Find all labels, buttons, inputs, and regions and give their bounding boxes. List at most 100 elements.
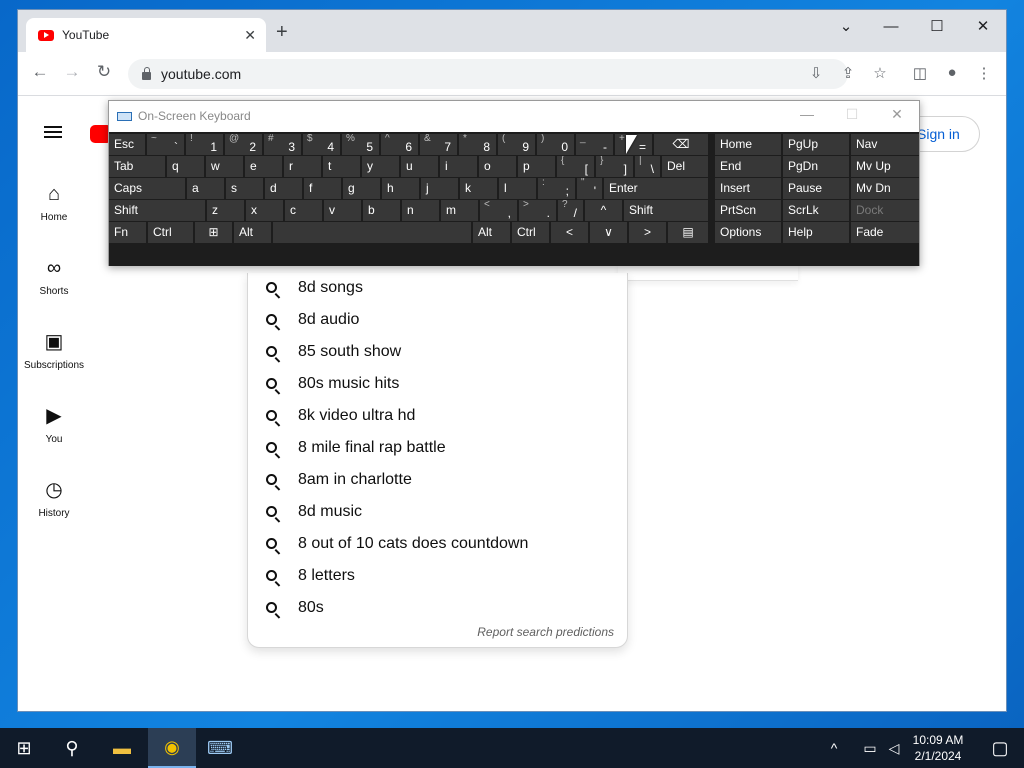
key-5[interactable]: % 5 (342, 134, 379, 155)
key--[interactable]: ? / (558, 200, 583, 221)
browser-menu-icon[interactable]: ⋮ (974, 64, 994, 82)
key-6[interactable]: ^ 6 (381, 134, 418, 155)
hamburger-menu-icon[interactable] (44, 126, 62, 138)
key-t[interactable]: t (323, 156, 360, 177)
key-pgup[interactable]: PgUp (783, 134, 849, 155)
key-z[interactable]: z (207, 200, 244, 221)
tab-youtube[interactable]: YouTube ✕ (26, 18, 266, 52)
key--[interactable]: <, (480, 200, 517, 221)
key-nav[interactable]: Nav (851, 134, 919, 155)
key-pgdn[interactable]: PgDn (783, 156, 849, 177)
osk-close-button[interactable]: ✕ (882, 106, 912, 123)
network-icon[interactable]: ▭ (858, 728, 882, 768)
search-icon[interactable]: ⚲ (48, 728, 96, 768)
key--[interactable]: >. (519, 200, 556, 221)
sidebar-item-you[interactable]: ▶ You (18, 404, 90, 445)
bookmark-star-icon[interactable]: ☆ (870, 64, 890, 82)
key-ctrl[interactable]: Ctrl (148, 222, 193, 243)
key--[interactable]: < (551, 222, 588, 243)
key-f[interactable]: f (304, 178, 341, 199)
key-k[interactable]: k (460, 178, 497, 199)
back-button[interactable]: ← (28, 62, 52, 82)
file-explorer-icon[interactable]: ▬ (98, 728, 146, 768)
osk-title-bar[interactable]: On-Screen Keyboard — ☐ ✕ (109, 101, 919, 132)
key-caps[interactable]: Caps (109, 178, 185, 199)
key-e[interactable]: e (245, 156, 282, 177)
key-3[interactable]: #3 (264, 134, 301, 155)
forward-button[interactable]: → (60, 62, 84, 82)
key--[interactable]: ▤ (668, 222, 708, 243)
key-pause[interactable]: Pause (783, 178, 849, 199)
key--[interactable]: ^ (585, 200, 622, 221)
key-alt[interactable]: Alt (234, 222, 271, 243)
close-button[interactable]: ✕ (960, 10, 1006, 42)
search-suggestion[interactable]: 8d songs (248, 273, 629, 305)
key-s[interactable]: s (226, 178, 263, 199)
key-j[interactable]: j (421, 178, 458, 199)
key-del[interactable]: Del (662, 156, 708, 177)
search-suggestion[interactable]: 8 mile final rap battle (248, 433, 629, 465)
key-help[interactable]: Help (783, 222, 849, 243)
key--[interactable]: :; (538, 178, 575, 199)
search-suggestion[interactable]: 8 out of 10 cats does countdown (248, 529, 629, 561)
sidebar-item-subscriptions[interactable]: ▣ Subscriptions (18, 330, 90, 371)
start-button[interactable]: ⊞ (0, 728, 48, 768)
key-a[interactable]: a (187, 178, 224, 199)
key-home[interactable]: Home (715, 134, 781, 155)
key-end[interactable]: End (715, 156, 781, 177)
search-suggestion[interactable]: 8 letters (248, 561, 629, 593)
key--[interactable]: ⊞ (195, 222, 232, 243)
key-enter[interactable]: Enter (604, 178, 708, 199)
tab-close-icon[interactable]: ✕ (244, 27, 256, 44)
key-v[interactable]: v (324, 200, 361, 221)
search-suggestion[interactable]: 80s (248, 593, 629, 625)
key-u[interactable]: u (401, 156, 438, 177)
tab-search-icon[interactable]: ⌄ (823, 10, 869, 42)
key--[interactable]: ~ ` (147, 134, 184, 155)
key-c[interactable]: c (285, 200, 322, 221)
key-h[interactable]: h (382, 178, 419, 199)
key-b[interactable]: b (363, 200, 400, 221)
key-esc[interactable]: Esc (109, 134, 145, 155)
key--[interactable]: " ' (577, 178, 602, 199)
key--[interactable]: _ - (576, 134, 613, 155)
key-ctrl[interactable]: Ctrl (512, 222, 549, 243)
key-7[interactable]: & 7 (420, 134, 457, 155)
key-4[interactable]: $4 (303, 134, 340, 155)
key-9[interactable]: (9 (498, 134, 535, 155)
osk-minimize-button[interactable]: — (792, 106, 822, 122)
key-0[interactable]: ) 0 (537, 134, 574, 155)
key-tab[interactable]: Tab (109, 156, 165, 177)
key-l[interactable]: l (499, 178, 536, 199)
sidebar-item-history[interactable]: ◷ History (18, 478, 90, 519)
osk-maximize-button[interactable]: ☐ (837, 106, 867, 123)
key-q[interactable]: q (167, 156, 204, 177)
key--[interactable]: > (629, 222, 666, 243)
key-8[interactable]: * 8 (459, 134, 496, 155)
key-i[interactable]: i (440, 156, 477, 177)
search-suggestion[interactable]: 85 south show (248, 337, 629, 369)
key-insert[interactable]: Insert (715, 178, 781, 199)
key--[interactable]: {[ (557, 156, 594, 177)
search-suggestion[interactable]: 8d audio (248, 305, 629, 337)
osk-taskbar-icon[interactable]: ⌨ (196, 728, 244, 768)
key-dock[interactable]: Dock (851, 200, 919, 221)
key-fn[interactable]: Fn (109, 222, 146, 243)
minimize-button[interactable]: — (868, 10, 914, 42)
key-y[interactable]: y (362, 156, 399, 177)
key-prtscn[interactable]: PrtScn (715, 200, 781, 221)
share-icon[interactable]: ⇪ (838, 64, 858, 82)
key-n[interactable]: n (402, 200, 439, 221)
reload-button[interactable]: ↻ (92, 62, 116, 82)
search-suggestion[interactable]: 8am in charlotte (248, 465, 629, 497)
key-shift[interactable]: Shift (624, 200, 708, 221)
key-alt[interactable]: Alt (473, 222, 510, 243)
new-tab-button[interactable]: + (276, 22, 288, 42)
search-suggestion[interactable]: 8k video ultra hd (248, 401, 629, 433)
key-d[interactable]: d (265, 178, 302, 199)
notifications-icon[interactable]: ▢ (976, 728, 1024, 768)
key-fade[interactable]: Fade (851, 222, 919, 243)
search-suggestion[interactable]: 80s music hits (248, 369, 629, 401)
sidebar-item-home[interactable]: ⌂ Home (18, 182, 90, 223)
report-search-predictions-link[interactable]: Report search predictions (477, 625, 614, 639)
